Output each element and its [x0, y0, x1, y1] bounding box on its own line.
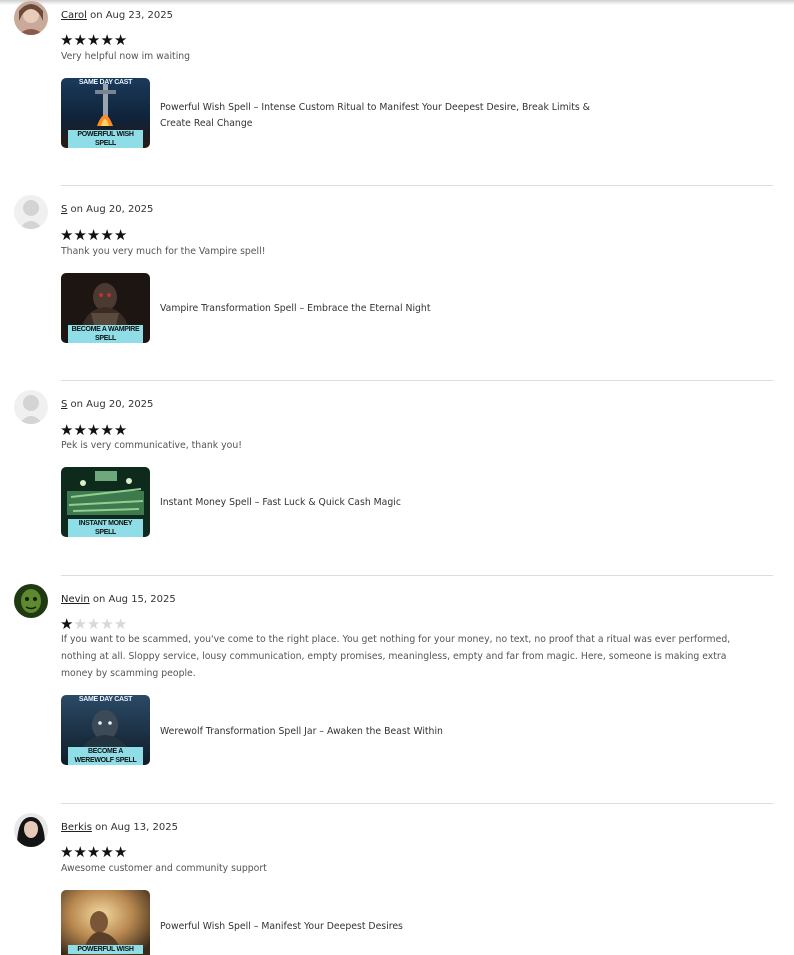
review-item: S on Aug 20, 2025 ★★★★★ Pek is very comm… — [0, 381, 794, 575]
star-filled-icon: ★ — [73, 226, 87, 244]
star-filled-icon: ★ — [60, 31, 74, 49]
star-filled-icon: ★ — [113, 226, 128, 244]
review-item: Berkis on Aug 13, 2025 ★★★★★ Awesome cus… — [0, 804, 794, 955]
reviewer-avatar-default-icon[interactable] — [14, 390, 48, 424]
star-filled-icon: ★ — [113, 843, 128, 861]
product-title-link[interactable]: Vampire Transformation Spell – Embrace t… — [160, 301, 610, 317]
star-filled-icon: ★ — [60, 843, 74, 861]
review-text: Very helpful now im waiting — [61, 51, 191, 62]
review-date: on Aug 20, 2025 — [67, 204, 154, 215]
star-rating: ★★★★★ — [60, 845, 127, 860]
review-text: Pek is very communicative, thank you! — [61, 440, 242, 451]
star-filled-icon: ★ — [86, 226, 101, 244]
review-item: Nevin on Aug 15, 2025 ★★★★★ If you want … — [0, 576, 794, 803]
review-item: Carol on Aug 23, 2025 ★★★★★ Very helpful… — [0, 0, 794, 185]
review-date: on Aug 13, 2025 — [91, 822, 178, 833]
reviewer-avatar[interactable] — [14, 584, 48, 618]
review-meta: Nevin on Aug 15, 2025 — [61, 594, 176, 605]
review-meta: Berkis on Aug 13, 2025 — [61, 822, 178, 833]
star-filled-icon: ★ — [100, 226, 114, 244]
reviewer-avatar[interactable] — [14, 1, 48, 35]
review-item: S on Aug 20, 2025 ★★★★★ Thank you very m… — [0, 186, 794, 380]
star-filled-icon: ★ — [113, 31, 128, 49]
thumbnail-label: POWERFUL WISH SPELL — [68, 130, 143, 148]
product-thumbnail[interactable]: SAME DAY CAST BECOME A WEREWOLF SPELL — [61, 695, 150, 765]
star-rating: ★★★★★ — [60, 423, 127, 438]
review-text: If you want to be scammed, you've come t… — [61, 634, 731, 679]
review-date: on Aug 20, 2025 — [67, 399, 154, 410]
thumbnail-label: INSTANT MONEY SPELL — [68, 519, 143, 537]
product-title-link[interactable]: Instant Money Spell – Fast Luck & Quick … — [160, 495, 610, 511]
review-text: Awesome customer and community support — [61, 863, 267, 874]
star-rating: ★★★★★ — [60, 617, 127, 632]
reviewer-name-link[interactable]: Carol — [61, 10, 87, 21]
product-title-link[interactable]: Werewolf Transformation Spell Jar – Awak… — [160, 724, 610, 740]
thumbnail-label: BECOME A WEREWOLF SPELL — [68, 747, 143, 765]
review-meta: Carol on Aug 23, 2025 — [61, 10, 173, 21]
thumbnail-top-text: SAME DAY CAST — [78, 696, 133, 703]
product-thumbnail[interactable]: INSTANT MONEY SPELL — [61, 467, 150, 537]
star-filled-icon: ★ — [100, 31, 114, 49]
product-thumbnail[interactable]: POWERFUL WISH — [61, 890, 150, 955]
star-filled-icon: ★ — [73, 843, 87, 861]
star-filled-icon: ★ — [100, 843, 114, 861]
star-filled-icon: ★ — [86, 31, 101, 49]
review-date: on Aug 23, 2025 — [86, 10, 173, 21]
thumbnail-top-text: SAME DAY CAST — [78, 79, 133, 86]
reviewer-avatar[interactable] — [14, 813, 48, 847]
product-thumbnail[interactable]: SAME DAY CAST POWERFUL WISH SPELL — [61, 78, 150, 148]
star-rating: ★★★★★ — [60, 228, 127, 243]
star-filled-icon: ★ — [60, 226, 74, 244]
product-thumbnail[interactable]: BECOME A WAMPIRE SPELL — [61, 273, 150, 343]
product-title-link[interactable]: Powerful Wish Spell – Manifest Your Deep… — [160, 919, 610, 935]
star-rating: ★★★★★ — [60, 33, 127, 48]
review-text: Thank you very much for the Vampire spel… — [61, 246, 266, 257]
thumbnail-label: BECOME A WAMPIRE SPELL — [68, 325, 143, 343]
thumbnail-label: POWERFUL WISH — [68, 945, 143, 954]
reviewer-name-link[interactable]: Nevin — [61, 594, 90, 605]
review-date: on Aug 15, 2025 — [89, 594, 176, 605]
star-filled-icon: ★ — [73, 31, 87, 49]
review-meta: S on Aug 20, 2025 — [61, 399, 153, 410]
reviewer-avatar-default-icon[interactable] — [14, 195, 48, 229]
reviewer-name-link[interactable]: Berkis — [61, 822, 92, 833]
star-filled-icon: ★ — [86, 843, 101, 861]
product-title-link[interactable]: Powerful Wish Spell – Intense Custom Rit… — [160, 100, 610, 132]
review-meta: S on Aug 20, 2025 — [61, 204, 153, 215]
